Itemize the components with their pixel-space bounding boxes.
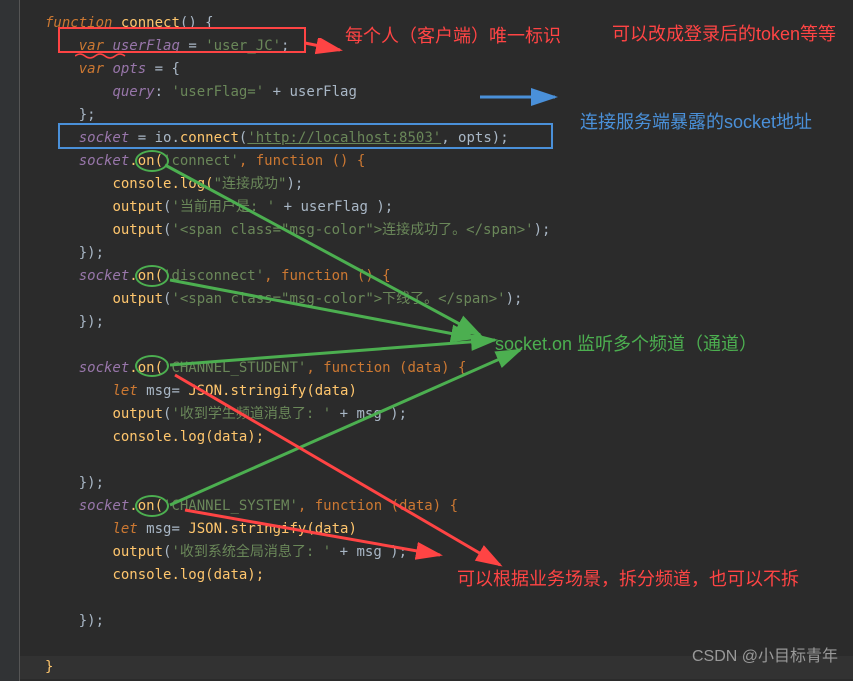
code-line [45, 449, 550, 472]
code-line: output('当前用户是: ' + userFlag ); [45, 196, 550, 219]
code-line: output('收到学生频道消息了: ' + msg ); [45, 403, 550, 426]
code-line: console.log(data); [45, 564, 550, 587]
code-line: console.log(data); [45, 426, 550, 449]
code-line: socket = io.connect('http://localhost:85… [45, 127, 550, 150]
code-line: }); [45, 610, 550, 633]
code-line [45, 633, 550, 656]
code-line: query: 'userFlag=' + userFlag [45, 81, 550, 104]
code-line: } [45, 656, 550, 679]
annotation-socket-url: 连接服务端暴露的socket地址 [580, 108, 840, 134]
code-line: socket.on('connect', function () { [45, 150, 550, 173]
code-line: console.log("连接成功"); [45, 173, 550, 196]
code-line: function connect() { [45, 12, 550, 35]
code-editor[interactable]: function connect() { var userFlag = 'use… [20, 0, 550, 679]
editor-gutter [0, 0, 20, 681]
code-line: let msg= JSON.stringify(data) [45, 518, 550, 541]
code-line: socket.on('disconnect', function () { [45, 265, 550, 288]
code-line: output('<span class="msg-color">连接成功了。</… [45, 219, 550, 242]
code-line [45, 587, 550, 610]
code-line: }; [45, 104, 550, 127]
code-line: }); [45, 311, 550, 334]
code-line [45, 334, 550, 357]
code-line: }); [45, 242, 550, 265]
watermark: CSDN @小目标青年 [692, 642, 838, 666]
code-line: let msg= JSON.stringify(data) [45, 380, 550, 403]
annotation-token: 可以改成登录后的token等等 [612, 20, 842, 46]
code-line: output('<span class="msg-color">下线了。</sp… [45, 288, 550, 311]
code-line: var opts = { [45, 58, 550, 81]
code-line: }); [45, 472, 550, 495]
code-line: socket.on('CHANNEL_SYSTEM', function (da… [45, 495, 550, 518]
code-line: var userFlag = 'user_JC'; [45, 35, 550, 58]
code-line: socket.on('CHANNEL_STUDENT', function (d… [45, 357, 550, 380]
code-line: output('收到系统全局消息了: ' + msg ); [45, 541, 550, 564]
